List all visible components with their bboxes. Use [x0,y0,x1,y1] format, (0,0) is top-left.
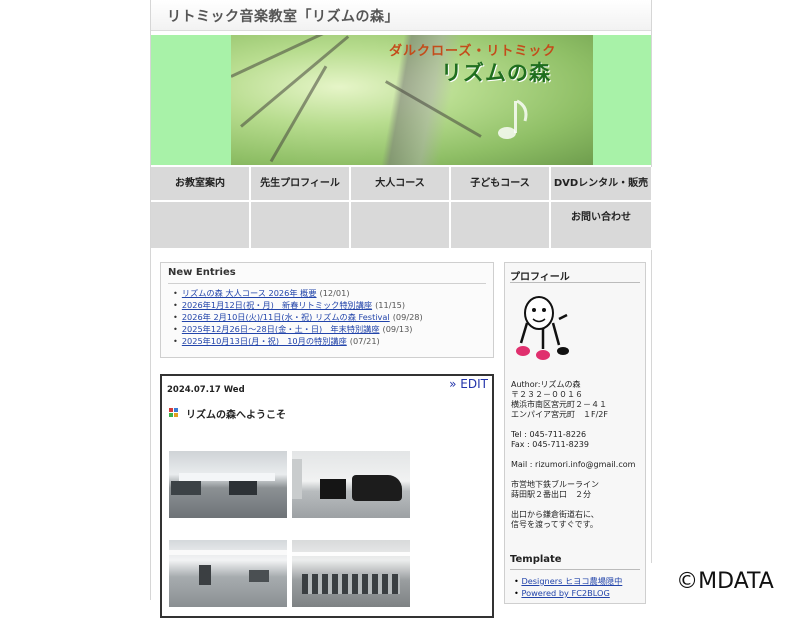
divider [510,569,640,570]
list-item: • Designers ヒヨコ農場隠中 [514,576,623,586]
profile-line [511,500,635,510]
profile-line: エンパイア宮元町 １F/2F [511,410,608,419]
studio-photo-2[interactable] [292,451,410,518]
entry-date: (09/13) [382,324,413,334]
entry-date: (11/15) [375,300,406,310]
post-date: 2024.07.17 Wed [167,385,245,395]
new-entries-box: New Entries • リズムの森 大人コース 2026年 概要 (12/01)… [160,262,494,358]
music-note-character-icon [516,296,569,360]
watermark: ©MDATA [650,563,800,600]
nav-item-adult-course[interactable]: 大人コース [351,167,451,202]
profile-line: 出口から鎌倉街道右に、 [511,510,599,519]
profile-line [511,420,635,430]
studio-photo-3[interactable] [169,540,287,607]
nav-item-teacher-profile[interactable]: 先生プロフィール [251,167,351,202]
studio-photo-4[interactable] [292,540,410,607]
entry-link[interactable]: 2025年12月26日〜28日(金・土・日) 年末特別講座 [182,324,380,334]
entry-date: (12/01) [319,288,350,298]
profile-line: 信号を渡ってすぐです。 [511,520,598,529]
entry-link[interactable]: リズムの森 大人コース 2026年 概要 [182,288,317,298]
profile-heading: プロフィール [510,272,570,283]
edit-link[interactable]: » EDIT [449,377,488,391]
nav-item-empty-3 [351,202,451,250]
entry-link[interactable]: 2025年10月13日(月・祝) 10月の特別講座 [182,336,347,346]
sidebar: プロフィール Author:リズムの森 〒２３２－００１６ 横浜市南区宮元町２－… [504,262,646,604]
template-list: • Designers ヒヨコ農場隠中 • Powered by FC2BLOG [514,575,622,599]
profile-text: Author:リズムの森 〒２３２－００１６ 横浜市南区宮元町２－４１ エンパイ… [511,380,635,530]
entry-link[interactable]: 2026年 2月10日(火)/11日(水・祝) リズムの森 Festival [182,312,390,322]
site-header: リトミック音楽教室「リズムの森」 [151,0,651,31]
music-note-icon [498,99,528,139]
list-item: • 2026年 2月10日(火)/11日(水・祝) リズムの森 Festival(… [173,312,423,322]
studio-photo-1[interactable] [169,451,287,518]
site-title[interactable]: リトミック音楽教室「リズムの森」 [167,6,399,26]
header-banner: ダルクローズ・リトミック リズムの森 [151,35,651,165]
profile-line [511,470,635,480]
profile-line: Author:リズムの森 [511,380,581,389]
nav-item-classroom[interactable]: お教室案内 [151,167,251,202]
entry-date: (07/21) [349,336,380,346]
new-entries-heading: New Entries [168,267,236,278]
post-title[interactable]: リズムの森へようこそ [186,406,286,421]
profile-line: Fax : 045-711-8239 [511,440,589,449]
list-item: • Powered by FC2BLOG [514,588,610,598]
profile-line: 〒２３２－００１６ [511,390,583,399]
template-heading: Template [510,554,562,565]
colored-squares-icon [169,408,179,418]
list-item: • 2026年1月12日(祝・月) 新春リトミック特別講座 (11/15) [173,300,406,310]
profile-line [511,450,635,460]
list-item: • 2025年10月13日(月・祝) 10月の特別講座 (07/21) [173,336,380,346]
nav-item-contact[interactable]: お問い合わせ [551,202,653,250]
entry-date: (09/28) [392,312,423,322]
profile-line: 蒔田駅２番出口 ２分 [511,490,591,499]
nav-item-kids-course[interactable]: 子どもコース [451,167,551,202]
profile-line: 横浜市南区宮元町２－４１ [511,400,607,409]
list-item: • リズムの森 大人コース 2026年 概要 (12/01) [173,288,350,298]
profile-line: Mail : rizumori.info@gmail.com [511,460,636,469]
list-item: • 2025年12月26日〜28日(金・土・日) 年末特別講座 (09/13) [173,324,413,334]
designer-link[interactable]: Designers ヒヨコ農場隠中 [521,576,622,586]
nav-item-empty-2 [251,202,351,250]
divider [510,282,640,283]
fc2blog-link[interactable]: Powered by FC2BLOG [521,588,609,598]
nav-item-empty-1 [151,202,251,250]
nav-item-dvd[interactable]: DVDレンタル・販売 [551,167,653,202]
profile-line: Tel : 045-711-8226 [511,430,587,439]
banner-title: リズムの森 [441,61,551,85]
profile-line: 市営地下鉄ブルーライン [511,480,599,489]
entry-link[interactable]: 2026年1月12日(祝・月) 新春リトミック特別講座 [182,300,372,310]
blog-post: 2024.07.17 Wed » EDIT リズムの森へようこそ [160,374,494,618]
banner-tree-photo: ダルクローズ・リトミック リズムの森 [231,35,593,165]
nav-item-empty-4 [451,202,551,250]
divider [168,283,486,284]
blog-page: リトミック音楽教室「リズムの森」 ダルクローズ・リトミック リズムの森 お教室案… [150,0,653,618]
new-entries-list: • リズムの森 大人コース 2026年 概要 (12/01) • 2026年1月12日… [173,287,423,347]
